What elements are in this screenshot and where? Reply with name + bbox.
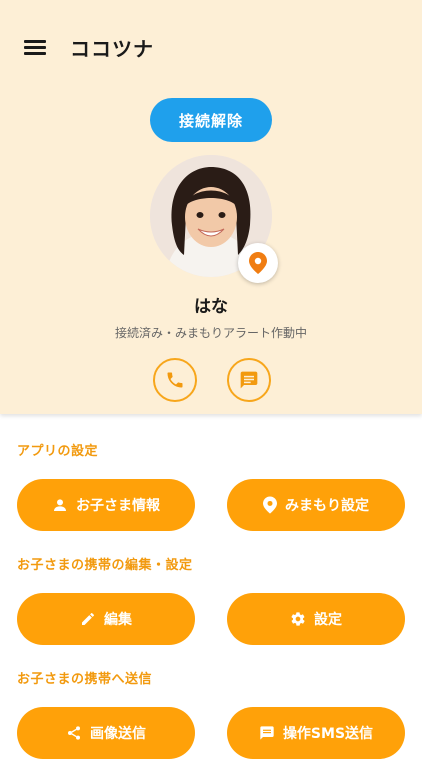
location-pin-icon <box>263 496 277 514</box>
message-button[interactable] <box>227 358 271 402</box>
message-icon <box>260 726 274 740</box>
app-title: ココツナ <box>70 37 154 61</box>
person-icon <box>54 499 66 511</box>
share-icon <box>68 726 80 740</box>
phone-icon <box>167 372 183 388</box>
gear-icon <box>291 612 305 626</box>
location-button[interactable] <box>238 243 278 283</box>
hamburger-menu-icon[interactable] <box>24 40 46 58</box>
send-sms-button[interactable]: 操作SMS送信 <box>227 707 405 759</box>
section-label-send: お子さまの携帯へ送信 <box>17 672 153 687</box>
child-name: はな <box>194 297 228 317</box>
location-pin-icon <box>249 252 267 274</box>
pencil-icon <box>82 613 94 625</box>
child-info-button[interactable]: お子さま情報 <box>17 479 195 531</box>
section-label-app-settings: アプリの設定 <box>17 444 99 459</box>
send-image-button[interactable]: 画像送信 <box>17 707 195 759</box>
disconnect-button[interactable]: 接続解除 <box>150 98 272 142</box>
connection-status: 接続済み・みまもりアラート作動中 <box>114 326 307 340</box>
settings-button[interactable]: 設定 <box>227 593 405 645</box>
section-label-phone-settings: お子さまの携帯の編集・設定 <box>17 558 193 573</box>
edit-button[interactable]: 編集 <box>17 593 195 645</box>
message-icon <box>240 371 258 389</box>
call-button[interactable] <box>153 358 197 402</box>
watch-settings-button[interactable]: みまもり設定 <box>227 479 405 531</box>
